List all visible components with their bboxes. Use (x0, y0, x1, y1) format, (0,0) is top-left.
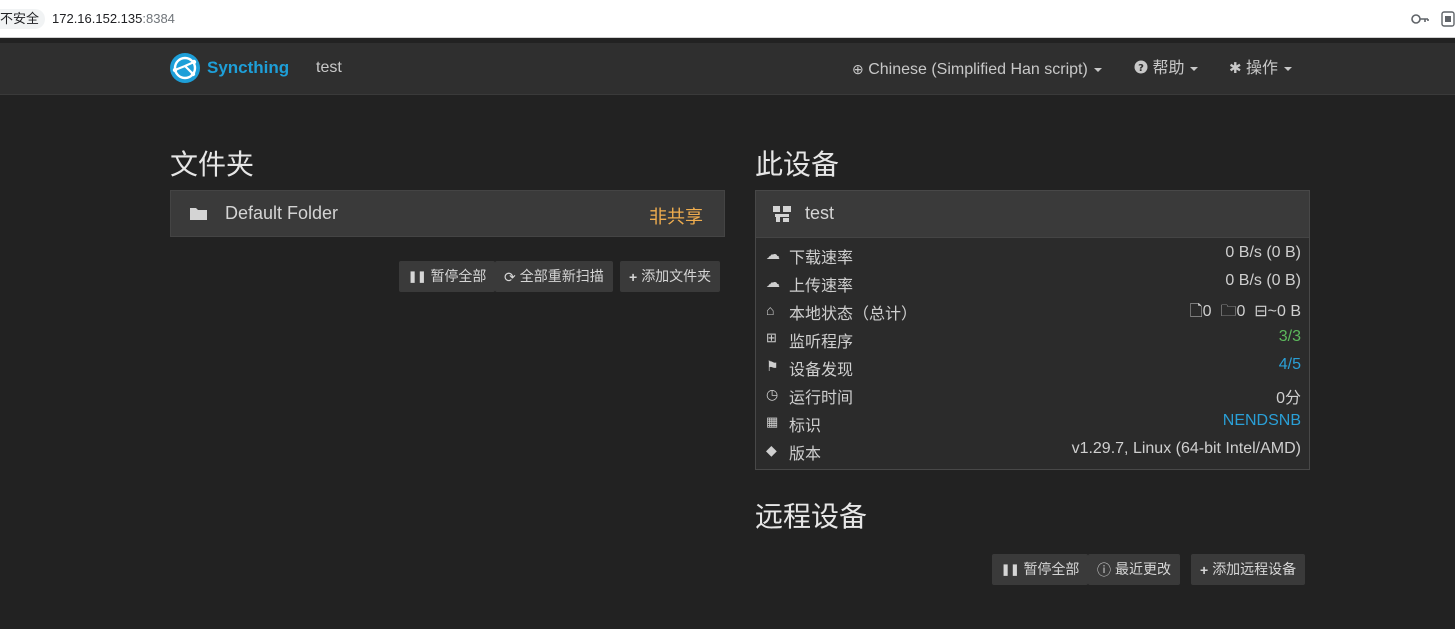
pause-all-label: 暂停全部 (430, 268, 487, 284)
add-folder-button[interactable]: + 添加文件夹 (620, 261, 721, 292)
translate-icon[interactable] (1441, 10, 1455, 28)
add-remote-label: 添加远程设备 (1212, 561, 1297, 577)
pause-all-devices-button[interactable]: ❚❚ 暂停全部 (992, 554, 1089, 585)
cloud-download-icon: ☁ (766, 246, 780, 262)
home-icon: ⌂ (766, 302, 775, 318)
version-label: 版本 (789, 446, 822, 463)
local-files-count: 0 (1202, 303, 1212, 320)
folder-status: 非共享 (649, 207, 703, 227)
discovery-row: ⚑ 设备发现 4/5 (756, 352, 1309, 380)
local-size: ~0 B (1267, 303, 1301, 320)
globe-icon: ⊕ (852, 61, 864, 77)
url-port: :8384 (142, 11, 175, 26)
qrcode-small-icon: ▦ (766, 414, 779, 429)
key-icon[interactable] (1410, 11, 1430, 27)
signpost-icon: ⚑ (766, 358, 779, 374)
upload-rate-row: ☁ 上传速率 0 B/s (0 B) (756, 268, 1309, 296)
folder-panel[interactable]: Default Folder 非共享 (170, 190, 725, 237)
rescan-all-button[interactable]: ⟳ 全部重新扫描 (495, 261, 613, 292)
question-circle-icon: ? (1134, 60, 1148, 74)
tag-icon: ◆ (766, 442, 777, 458)
identity-value[interactable]: NENDSNB (1223, 412, 1301, 430)
folder-icon (190, 208, 207, 220)
chevron-down-icon (1284, 66, 1293, 71)
actions-menu[interactable]: ✱ 操作 (1229, 59, 1293, 79)
version-row: ◆ 版本 v1.29.7, Linux (64-bit Intel/AMD) (756, 436, 1309, 464)
brand-name[interactable]: Syncthing (207, 58, 289, 78)
svg-text:?: ? (1138, 63, 1144, 74)
discovery-label: 设备发现 (789, 362, 854, 379)
folder-outline-icon: 🗀 (1220, 303, 1237, 320)
download-rate-value: 0 B/s (0 B) (1225, 244, 1301, 261)
chevron-down-icon (1190, 66, 1199, 71)
security-label: 不安全 (0, 11, 40, 26)
hdd-icon: ⊟ (1254, 303, 1268, 320)
file-icon: 🗋 (1189, 303, 1203, 320)
local-state-label: 本地状态（总计） (789, 306, 918, 323)
this-device-panel: test ☁ 下载速率 0 B/s (0 B) ☁ 上传速率 0 B/s (0 … (755, 190, 1310, 470)
download-rate-label: 下载速率 (789, 250, 854, 267)
this-device-name: test (805, 203, 835, 223)
info-circle-icon: ⓘ (1097, 561, 1111, 578)
help-menu[interactable]: ? 帮助 (1134, 59, 1199, 79)
clock-icon: ◷ (766, 386, 779, 402)
recent-changes-label: 最近更改 (1115, 561, 1171, 577)
folder-label: Default Folder (225, 203, 339, 223)
local-state-row: ⌂ 本地状态（总计） 🗋0 🗀0 ⊟~0 B (756, 296, 1309, 324)
uptime-value: 0分 (1276, 390, 1301, 407)
local-dirs-count: 0 (1236, 303, 1246, 320)
this-device-header[interactable]: test (756, 191, 1309, 238)
url-field[interactable]: 172.16.152.135:8384 (52, 9, 175, 29)
upload-rate-label: 上传速率 (789, 278, 854, 295)
gear-icon: ✱ (1229, 60, 1242, 77)
local-state-value: 🗋0 🗀0 ⊟~0 B (1190, 300, 1301, 327)
listeners-row: ⊞ 监听程序 3/3 (756, 324, 1309, 352)
syncthing-logo-icon[interactable] (169, 52, 201, 84)
identity-row: ▦ 标识 NENDSNB (756, 408, 1309, 436)
rescan-all-label: 全部重新扫描 (519, 268, 604, 284)
url-host: 172.16.152.135 (52, 11, 143, 26)
identity-label: 标识 (789, 418, 822, 435)
recent-changes-button[interactable]: ⓘ 最近更改 (1088, 554, 1180, 585)
upload-rate-value: 0 B/s (0 B) (1225, 272, 1301, 289)
add-remote-device-button[interactable]: + 添加远程设备 (1191, 554, 1306, 585)
discovery-value[interactable]: 4/5 (1279, 356, 1301, 374)
plus-icon: + (629, 268, 638, 285)
security-indicator[interactable]: 不安全 (0, 9, 46, 29)
qrcode-icon (773, 206, 791, 222)
cloud-upload-icon: ☁ (766, 274, 780, 290)
actions-label: 操作 (1246, 60, 1279, 77)
pause-icon: ❚❚ (1001, 563, 1020, 576)
pause-all-folders-button[interactable]: ❚❚ 暂停全部 (399, 261, 496, 292)
remote-devices-heading: 远程设备 (755, 501, 868, 532)
listeners-value[interactable]: 3/3 (1279, 328, 1301, 346)
browser-address-bar: 不安全 172.16.152.135:8384 (0, 0, 1455, 38)
uptime-row: ◷ 运行时间 0分 (756, 380, 1309, 408)
listeners-label: 监听程序 (789, 334, 854, 351)
plus-icon: + (1200, 561, 1209, 578)
refresh-icon: ⟳ (504, 268, 516, 285)
uptime-label: 运行时间 (789, 390, 854, 407)
chevron-down-icon (1093, 67, 1102, 72)
add-folder-label: 添加文件夹 (641, 268, 712, 284)
language-label: Chinese (Simplified Han script) (868, 61, 1088, 78)
pause-icon: ❚❚ (408, 270, 427, 283)
version-value: v1.29.7, Linux (64-bit Intel/AMD) (1071, 440, 1301, 457)
navbar-device-name: test (316, 59, 342, 76)
this-device-heading: 此设备 (755, 149, 840, 180)
top-navbar: Syncthing test ⊕ Chinese (Simplified Han… (0, 43, 1455, 95)
help-label: 帮助 (1152, 60, 1185, 77)
sitemap-icon: ⊞ (766, 330, 777, 345)
pause-all-devices-label: 暂停全部 (1023, 561, 1080, 577)
folders-heading: 文件夹 (170, 149, 255, 180)
language-menu[interactable]: ⊕ Chinese (Simplified Han script) (852, 59, 1102, 80)
download-rate-row: ☁ 下载速率 0 B/s (0 B) (756, 240, 1309, 268)
